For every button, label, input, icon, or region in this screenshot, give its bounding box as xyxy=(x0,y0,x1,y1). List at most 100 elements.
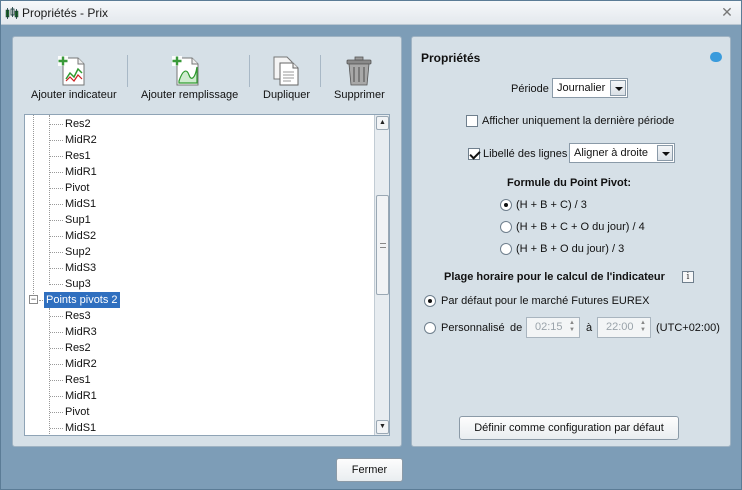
add-fill-icon xyxy=(172,56,199,86)
tree-item-label: Sup3 xyxy=(65,278,91,290)
tree-item-label: MidS1 xyxy=(65,198,97,210)
tree-item[interactable]: Pivot xyxy=(25,404,370,420)
only-last-period-label: Afficher uniquement la dernière période xyxy=(482,115,675,127)
properties-window: Propriétés - Prix ✕ Ajouter indicateur A… xyxy=(0,0,742,490)
tree-item[interactable]: Res2 xyxy=(25,116,370,132)
tree-viewport: Res2 MidR2 Res1 MidR1 Pivot MidS1 Sup1 MidS2 Sup… xyxy=(25,115,375,435)
custom-range-label: Personnalisé xyxy=(441,322,505,334)
formula-option-label: (H + B + C + O du jour) / 4 xyxy=(516,221,645,233)
tree-group-item[interactable]: − Points pivots 2 xyxy=(25,292,370,308)
to-time-value: 22:00 xyxy=(606,321,634,333)
indicator-list-panel: Ajouter indicateur Ajouter remplissage D… xyxy=(12,36,402,447)
line-labels-label: Libellé des lignes xyxy=(483,148,568,160)
tree-item-label: Points pivots 2 xyxy=(44,292,120,308)
tree-item[interactable]: MidR3 xyxy=(25,324,370,340)
tree-item[interactable]: Sup3 xyxy=(25,276,370,292)
tree-item[interactable]: Res2 xyxy=(25,340,370,356)
tree-scrollbar[interactable]: ▲ ▼ xyxy=(374,115,389,435)
add-indicator-icon xyxy=(58,56,85,86)
tree-item-label: Pivot xyxy=(65,182,90,194)
line-labels-select[interactable]: Aligner à droite xyxy=(569,143,675,163)
add-indicator-label: Ajouter indicateur xyxy=(31,89,117,101)
toolbar-separator xyxy=(127,55,128,87)
collapse-icon[interactable]: − xyxy=(29,295,38,304)
formula-option-label: (H + B + C) / 3 xyxy=(516,199,587,211)
timezone-label: (UTC+02:00) xyxy=(656,322,720,334)
formula-option-label: (H + B + O du jour) / 3 xyxy=(516,243,625,255)
from-label: de xyxy=(510,322,523,334)
duplicate-icon xyxy=(273,56,299,86)
delete-label: Supprimer xyxy=(334,89,385,101)
toolbar-separator xyxy=(249,55,250,87)
set-default-button[interactable]: Définir comme configuration par défaut xyxy=(459,416,679,440)
tree-item-label: MidR2 xyxy=(65,134,97,146)
info-icon[interactable]: i xyxy=(682,271,694,283)
tree-item[interactable]: Res1 xyxy=(25,372,370,388)
tree-item[interactable]: MidS3 xyxy=(25,260,370,276)
period-label: Période xyxy=(511,83,549,95)
tree-item-label: MidR1 xyxy=(65,166,97,178)
to-label: à xyxy=(586,322,593,334)
tree-item-label: Res2 xyxy=(65,118,91,130)
tree-item-label: Pivot xyxy=(65,406,90,418)
properties-panel: Propriétés Période Journalier Afficher u… xyxy=(411,36,731,447)
tree-item[interactable]: MidR1 xyxy=(25,388,370,404)
tree-item-label: MidS3 xyxy=(65,262,97,274)
tree-item[interactable]: MidS1 xyxy=(25,420,370,435)
scroll-up-icon[interactable]: ▲ xyxy=(376,116,389,130)
toolbar: Ajouter indicateur Ajouter remplissage D… xyxy=(13,37,401,112)
to-time-spinner[interactable]: 22:00 ▲ ▼ xyxy=(597,317,651,338)
scroll-down-icon[interactable]: ▼ xyxy=(376,420,389,434)
from-time-value: 02:15 xyxy=(535,321,563,333)
help-bubble-icon[interactable] xyxy=(710,52,722,62)
formula-option-radio[interactable] xyxy=(500,221,512,233)
only-last-period-checkbox[interactable] xyxy=(466,115,478,127)
custom-range-radio[interactable] xyxy=(424,322,436,334)
tree-item[interactable]: Pivot xyxy=(25,180,370,196)
formula-option-radio[interactable] xyxy=(500,243,512,255)
from-time-spinner[interactable]: 02:15 ▲ ▼ xyxy=(526,317,580,338)
tree-item[interactable]: Res3 xyxy=(25,308,370,324)
tree-item-label: Res1 xyxy=(65,374,91,386)
tree-item[interactable]: MidS1 xyxy=(25,196,370,212)
spinner-arrows-icon[interactable]: ▲ ▼ xyxy=(639,320,647,335)
tree-item[interactable]: MidR1 xyxy=(25,164,370,180)
candlestick-chart-icon xyxy=(5,7,19,19)
tree-item-label: MidR2 xyxy=(65,358,97,370)
tree-item[interactable]: MidS2 xyxy=(25,228,370,244)
tree-item[interactable]: MidR2 xyxy=(25,132,370,148)
chevron-down-icon xyxy=(657,145,673,161)
trash-icon xyxy=(346,56,372,86)
scroll-thumb[interactable] xyxy=(376,195,389,295)
indicator-tree[interactable]: Res2 MidR2 Res1 MidR1 Pivot MidS1 Sup1 MidS2 Sup… xyxy=(24,114,390,436)
formula-title: Formule du Point Pivot: xyxy=(507,177,632,189)
line-labels-value: Aligner à droite xyxy=(574,147,648,159)
add-fill-label: Ajouter remplissage xyxy=(141,89,239,101)
close-button[interactable]: Fermer xyxy=(336,458,403,482)
title-bar[interactable]: Propriétés - Prix ✕ xyxy=(1,1,741,25)
formula-option-radio[interactable] xyxy=(500,199,512,211)
tree-item[interactable]: MidR2 xyxy=(25,356,370,372)
time-range-title: Plage horaire pour le calcul de l'indica… xyxy=(444,271,665,283)
tree-item[interactable]: Sup2 xyxy=(25,244,370,260)
tree-item-label: MidS1 xyxy=(65,422,97,434)
toolbar-separator xyxy=(320,55,321,87)
properties-title: Propriétés xyxy=(421,51,481,65)
tree-item-label: MidR3 xyxy=(65,326,97,338)
tree-item[interactable]: Res1 xyxy=(25,148,370,164)
period-value: Journalier xyxy=(557,82,606,94)
tree-item[interactable]: Sup1 xyxy=(25,212,370,228)
close-icon[interactable]: ✕ xyxy=(719,4,735,20)
tree-item-label: MidS2 xyxy=(65,230,97,242)
period-select[interactable]: Journalier xyxy=(552,78,628,98)
line-labels-checkbox[interactable] xyxy=(468,148,480,160)
default-market-radio[interactable] xyxy=(424,295,436,307)
tree-item-label: Res3 xyxy=(65,310,91,322)
spinner-arrows-icon[interactable]: ▲ ▼ xyxy=(568,320,576,335)
tree-item-label: Sup1 xyxy=(65,214,91,226)
default-market-label: Par défaut pour le marché Futures EUREX xyxy=(441,295,650,307)
tree-item-label: Sup2 xyxy=(65,246,91,258)
chevron-down-icon xyxy=(610,80,626,96)
duplicate-label: Dupliquer xyxy=(263,89,311,101)
tree-item-label: Res2 xyxy=(65,342,91,354)
